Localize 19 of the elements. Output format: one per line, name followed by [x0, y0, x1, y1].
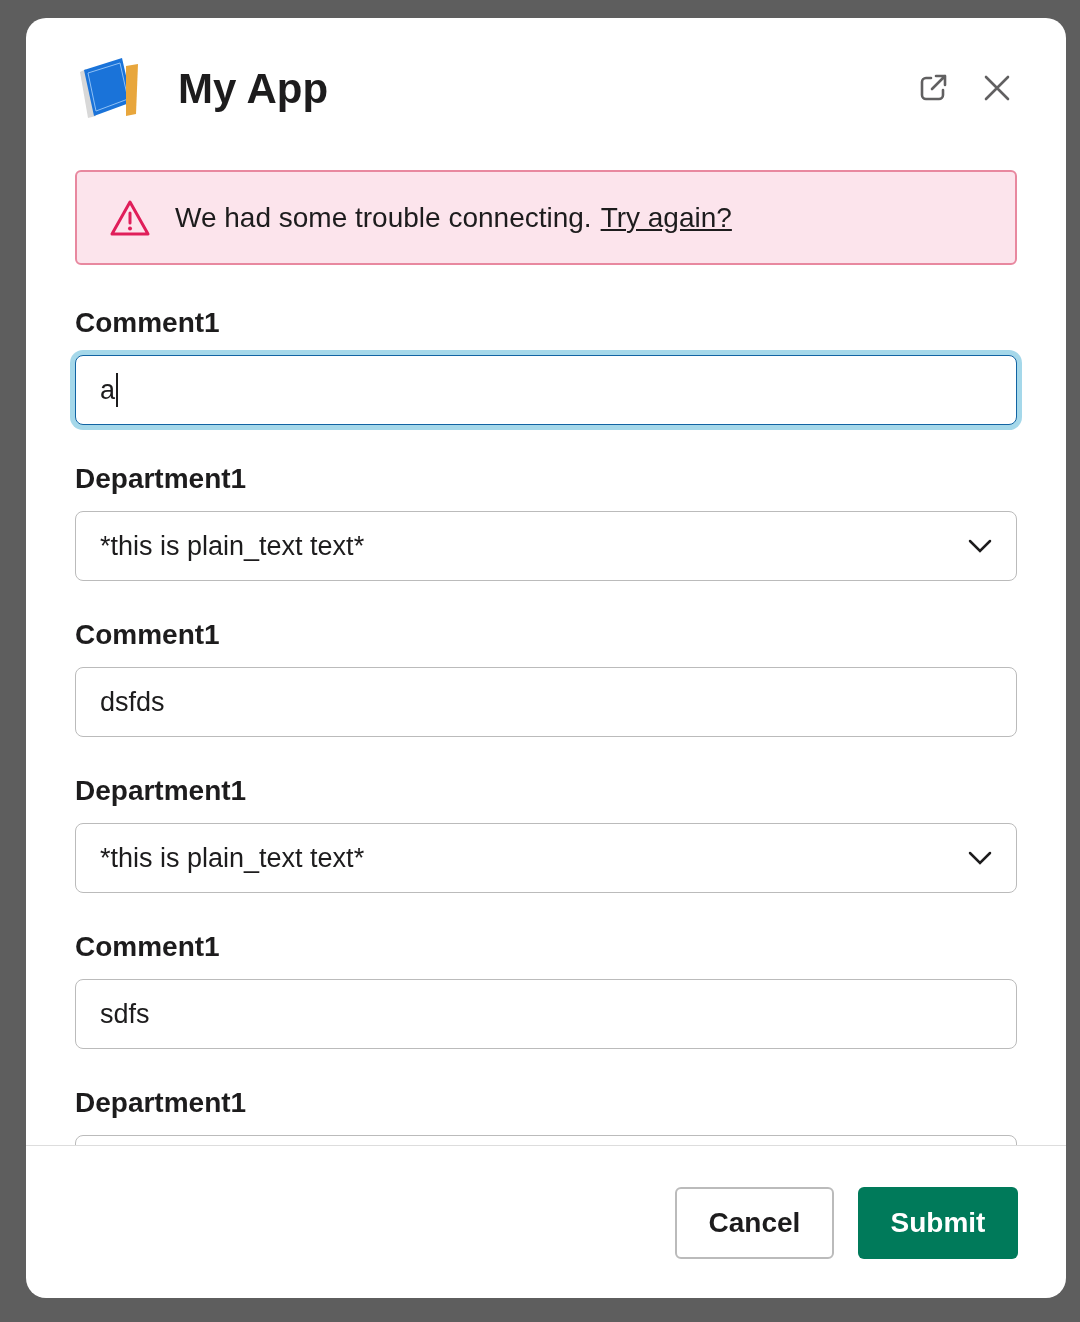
field-label: Comment1: [75, 930, 221, 964]
chevron-down-icon: [968, 851, 992, 865]
chevron-down-icon: [968, 539, 992, 553]
select-dropdown[interactable]: *this is plain_text text*: [75, 511, 1017, 581]
field-label: Department1: [75, 774, 248, 808]
warning-icon: [109, 198, 151, 237]
text-input[interactable]: sdfs: [75, 979, 1017, 1049]
modal-title: My App: [178, 63, 329, 114]
field-label: Comment1: [75, 306, 221, 340]
submit-button[interactable]: Submit: [858, 1187, 1018, 1259]
field-label: Department1: [75, 1086, 248, 1120]
field-label: Department1: [75, 462, 248, 496]
error-message: We had some trouble connecting.: [175, 200, 592, 235]
text-cursor: [116, 373, 119, 407]
cancel-button[interactable]: Cancel: [675, 1187, 834, 1259]
try-again-link[interactable]: Try again?: [600, 196, 732, 239]
text-input[interactable]: dsfds: [75, 667, 1017, 737]
field-label: Comment1: [75, 618, 221, 652]
select-dropdown[interactable]: *this is plain_text text*: [75, 823, 1017, 893]
